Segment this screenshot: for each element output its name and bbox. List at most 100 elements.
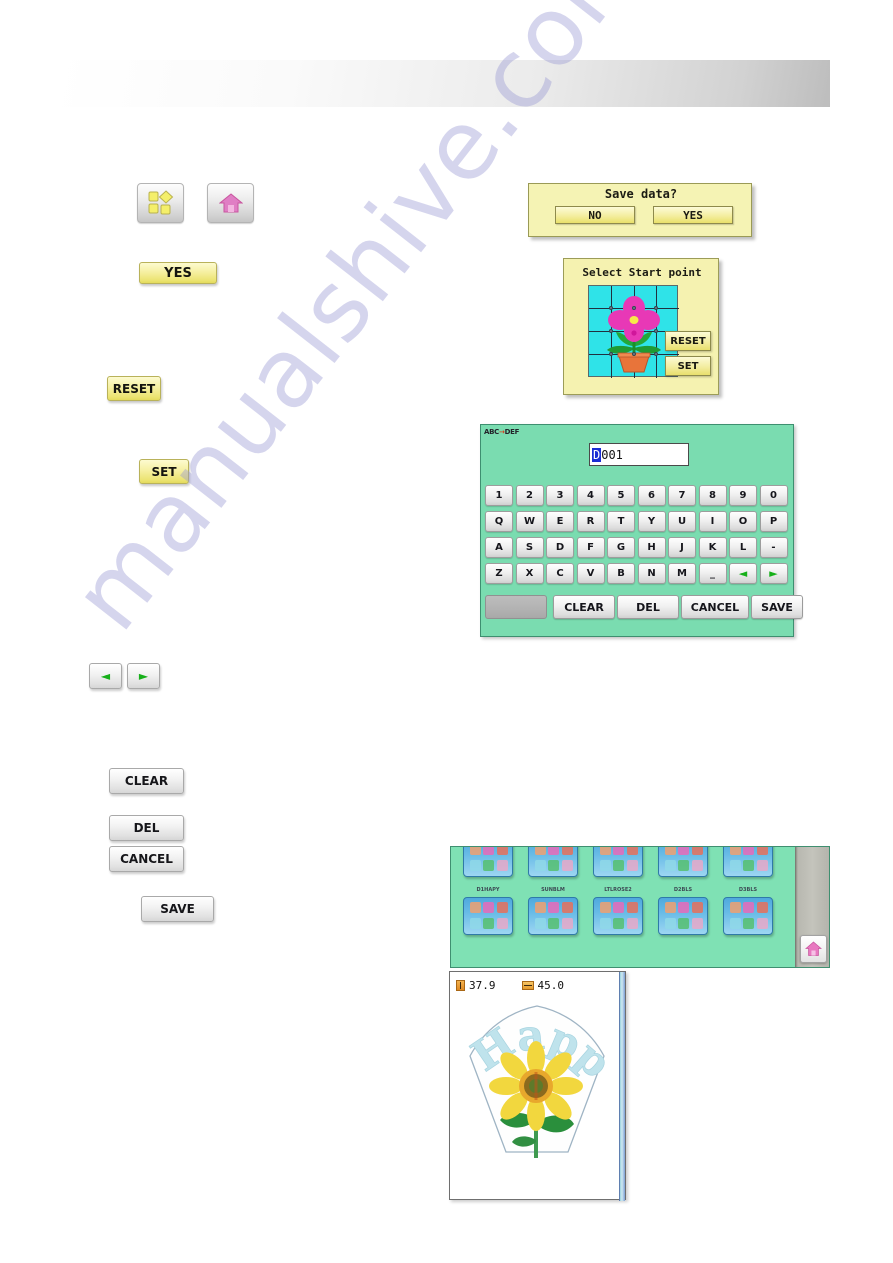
design-tile-item[interactable]: D2BLS xyxy=(656,887,710,937)
key-T[interactable]: T xyxy=(607,511,635,532)
height-value: 37.9 xyxy=(469,978,496,992)
keyboard-screen: ABC→DEF D 001 1234567890 QWERTYUIOP ASDFG… xyxy=(480,424,803,637)
design-tile-item[interactable]: SUNBLM xyxy=(526,887,580,937)
keyboard-keys: 1234567890 QWERTYUIOP ASDFGHJKL- ZXCVBNM… xyxy=(485,485,791,585)
width-icon xyxy=(521,980,534,990)
design-name-input[interactable]: D 001 xyxy=(589,443,689,466)
design-tile-thumbnail[interactable] xyxy=(463,897,513,935)
input-mode-toggle[interactable]: ABC→DEF xyxy=(484,428,519,436)
preview-dimensions: 37.9 45.0 xyxy=(456,978,621,992)
design-tile-thumbnail[interactable] xyxy=(593,847,643,877)
preview-scroll-strip[interactable] xyxy=(619,972,625,1201)
pattern-shapes-icon xyxy=(148,190,173,215)
key-5[interactable]: 5 xyxy=(607,485,635,506)
design-tile-thumbnail[interactable] xyxy=(528,897,578,935)
key-A[interactable]: A xyxy=(485,537,513,558)
key-V[interactable]: V xyxy=(576,563,605,584)
key-2[interactable]: 2 xyxy=(515,485,544,506)
home-button[interactable] xyxy=(207,183,254,223)
design-tile-item[interactable]: D3BLS xyxy=(721,887,775,937)
key-O[interactable]: O xyxy=(729,511,757,532)
panel-reset-button[interactable]: RESET xyxy=(665,331,711,351)
key-4[interactable]: 4 xyxy=(576,485,605,506)
key-P[interactable]: P xyxy=(759,511,788,532)
arrow-right-button[interactable]: ► xyxy=(127,663,160,689)
pattern-shapes-button[interactable] xyxy=(137,183,184,223)
key-M[interactable]: M xyxy=(668,563,696,584)
key-Q[interactable]: Q xyxy=(485,511,513,532)
keyboard-cancel-button[interactable]: CANCEL xyxy=(681,595,749,619)
key-H[interactable]: H xyxy=(637,537,666,558)
design-tile-label: D2BLS xyxy=(673,887,693,893)
key-C[interactable]: C xyxy=(546,563,574,584)
key-underscore[interactable]: _ xyxy=(698,563,727,584)
key-E[interactable]: E xyxy=(546,511,574,532)
key-F[interactable]: F xyxy=(576,537,605,558)
dialog-title: Save data? xyxy=(604,187,678,201)
key-U[interactable]: U xyxy=(668,511,696,532)
design-tile-thumbnail[interactable] xyxy=(463,847,513,877)
key-hyphen[interactable]: - xyxy=(759,537,788,558)
key-L[interactable]: L xyxy=(729,537,757,558)
dialog-no-button[interactable]: NO xyxy=(555,206,635,224)
key-D[interactable]: D xyxy=(546,537,574,558)
design-tile-thumbnail[interactable] xyxy=(658,847,708,877)
key-7[interactable]: 7 xyxy=(668,485,696,506)
key-X[interactable]: X xyxy=(515,563,544,584)
key-J[interactable]: J xyxy=(668,537,696,558)
cancel-button[interactable]: CANCEL xyxy=(109,846,184,872)
select-start-point-panel: Select Start point RESET SET xyxy=(563,258,719,395)
yes-button[interactable]: YES xyxy=(139,262,217,284)
design-tile-thumbnail[interactable] xyxy=(528,847,578,877)
reset-button[interactable]: RESET xyxy=(107,376,161,401)
design-tile-thumbnail[interactable] xyxy=(658,897,708,935)
design-tile-item[interactable] xyxy=(461,847,515,879)
keyboard-save-button[interactable]: SAVE xyxy=(751,595,803,619)
key-3[interactable]: 3 xyxy=(546,485,574,506)
key-B[interactable]: B xyxy=(607,563,635,584)
keyboard-clear-button[interactable]: CLEAR xyxy=(553,595,615,619)
key-lefthyphenarrow[interactable]: ◄ xyxy=(729,563,757,584)
keyboard-del-button[interactable]: DEL xyxy=(617,595,679,619)
design-tile-item[interactable]: D1HAPY xyxy=(461,887,515,937)
key-R[interactable]: R xyxy=(576,511,605,532)
design-tile-thumbnail[interactable] xyxy=(723,897,773,935)
key-9[interactable]: 9 xyxy=(729,485,757,506)
design-tile-item[interactable] xyxy=(656,847,710,879)
key-Y[interactable]: Y xyxy=(637,511,666,532)
design-tile-item[interactable] xyxy=(721,847,775,879)
del-button[interactable]: DEL xyxy=(109,815,184,841)
design-tile-item[interactable]: LTLROSE2 xyxy=(591,887,645,937)
panel-set-button[interactable]: SET xyxy=(665,356,711,376)
key-S[interactable]: S xyxy=(515,537,544,558)
clear-button[interactable]: CLEAR xyxy=(109,768,184,794)
home-icon xyxy=(218,193,243,213)
panel-title: Select Start point xyxy=(582,266,702,279)
input-selected-char: D xyxy=(592,447,602,462)
key-8[interactable]: 8 xyxy=(698,485,727,506)
key-N[interactable]: N xyxy=(637,563,666,584)
space-key[interactable] xyxy=(485,595,547,619)
key-K[interactable]: K xyxy=(698,537,727,558)
keyboard-row-2: QWERTYUIOP xyxy=(485,511,791,532)
arrow-left-button[interactable]: ◄ xyxy=(89,663,122,689)
key-Z[interactable]: Z xyxy=(485,563,513,584)
list-scrollbar[interactable] xyxy=(795,847,829,967)
design-tile-thumbnail[interactable] xyxy=(593,897,643,935)
set-button[interactable]: SET xyxy=(139,459,189,484)
key-6[interactable]: 6 xyxy=(637,485,666,506)
design-tile-thumbnail[interactable] xyxy=(723,847,773,877)
design-preview-pane: 37.9 45.0 Happy xyxy=(444,961,626,1201)
key-I[interactable]: I xyxy=(698,511,727,532)
height-icon xyxy=(456,979,465,991)
key-W[interactable]: W xyxy=(515,511,544,532)
dialog-yes-button[interactable]: YES xyxy=(653,206,733,224)
save-button[interactable]: SAVE xyxy=(141,896,214,922)
key-G[interactable]: G xyxy=(607,537,635,558)
key-righthyphenarrow[interactable]: ► xyxy=(759,563,788,584)
design-tile-item[interactable] xyxy=(591,847,645,879)
list-home-button[interactable] xyxy=(800,935,827,963)
key-0[interactable]: 0 xyxy=(759,485,788,506)
design-tile-item[interactable] xyxy=(526,847,580,879)
key-1[interactable]: 1 xyxy=(485,485,513,506)
